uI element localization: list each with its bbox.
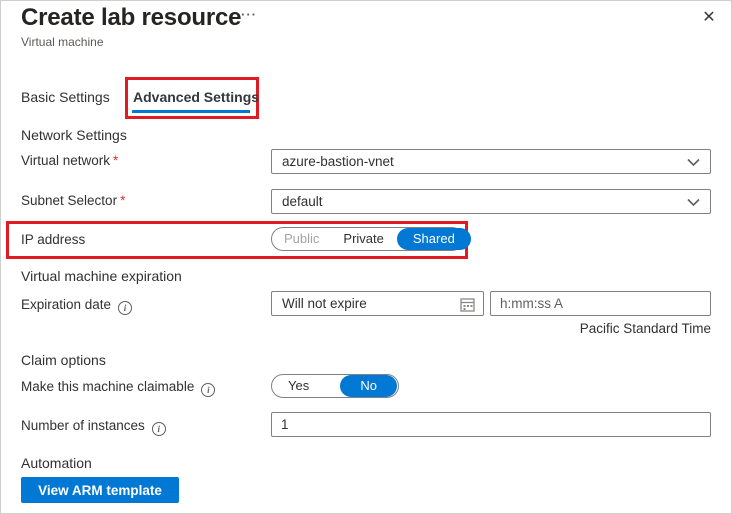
claim-options-heading: Claim options bbox=[21, 352, 106, 368]
expiration-date-value: Will not expire bbox=[282, 296, 367, 311]
instances-label-text: Number of instances bbox=[21, 418, 145, 433]
tab-basic-settings[interactable]: Basic Settings bbox=[21, 89, 110, 105]
chevron-down-icon bbox=[687, 198, 700, 207]
selected-tab-underline bbox=[132, 110, 250, 113]
claimable-toggle: Yes No bbox=[271, 374, 399, 398]
tab-advanced-settings[interactable]: Advanced Settings bbox=[133, 89, 259, 105]
subnet-selector-select[interactable]: default bbox=[271, 189, 711, 214]
virtual-network-value: azure-bastion-vnet bbox=[282, 154, 394, 169]
virtual-network-label-text: Virtual network bbox=[21, 153, 111, 168]
page-title: Create lab resource bbox=[21, 4, 242, 31]
instances-input[interactable] bbox=[271, 412, 711, 437]
expiration-time-input[interactable] bbox=[490, 291, 711, 316]
claimable-option-yes[interactable]: Yes bbox=[272, 375, 325, 397]
info-icon[interactable]: i bbox=[118, 301, 133, 315]
ip-option-shared[interactable]: Shared bbox=[396, 228, 471, 250]
timezone-label: Pacific Standard Time bbox=[579, 321, 711, 336]
info-icon[interactable]: i bbox=[201, 383, 216, 397]
network-settings-heading: Network Settings bbox=[21, 127, 127, 143]
view-arm-template-button[interactable]: View ARM template bbox=[21, 477, 179, 503]
claimable-label: Make this machine claimable i bbox=[21, 379, 216, 397]
calendar-icon bbox=[460, 298, 475, 312]
virtual-network-label: Virtual network * bbox=[21, 153, 118, 168]
virtual-network-select[interactable]: azure-bastion-vnet bbox=[271, 149, 711, 174]
subnet-selector-value: default bbox=[282, 194, 323, 209]
expiration-date-label-text: Expiration date bbox=[21, 297, 112, 312]
subnet-selector-label: Subnet Selector * bbox=[21, 193, 125, 208]
close-icon[interactable]: ✕ bbox=[698, 7, 720, 29]
instances-label: Number of instances i bbox=[21, 418, 166, 436]
chevron-down-icon bbox=[687, 158, 700, 167]
vm-expiration-heading: Virtual machine expiration bbox=[21, 268, 182, 284]
ip-address-toggle: Public Private Shared bbox=[271, 227, 471, 251]
more-options-icon[interactable]: ··· bbox=[241, 7, 257, 22]
claimable-label-text: Make this machine claimable bbox=[21, 379, 195, 394]
subnet-selector-label-text: Subnet Selector bbox=[21, 193, 118, 208]
ip-address-label: IP address bbox=[21, 232, 86, 247]
automation-heading: Automation bbox=[21, 455, 92, 471]
expiration-date-picker[interactable]: Will not expire bbox=[271, 291, 484, 316]
create-lab-resource-pane: Create lab resource ··· ✕ Virtual machin… bbox=[0, 0, 732, 514]
required-asterisk: * bbox=[113, 153, 119, 168]
ip-option-public: Public bbox=[284, 231, 320, 246]
page-subtitle: Virtual machine bbox=[21, 35, 104, 49]
required-asterisk: * bbox=[120, 193, 126, 208]
claimable-option-no[interactable]: No bbox=[340, 375, 397, 397]
ip-option-private[interactable]: Private bbox=[331, 228, 395, 250]
expiration-date-label: Expiration date i bbox=[21, 297, 133, 315]
info-icon[interactable]: i bbox=[151, 422, 166, 436]
